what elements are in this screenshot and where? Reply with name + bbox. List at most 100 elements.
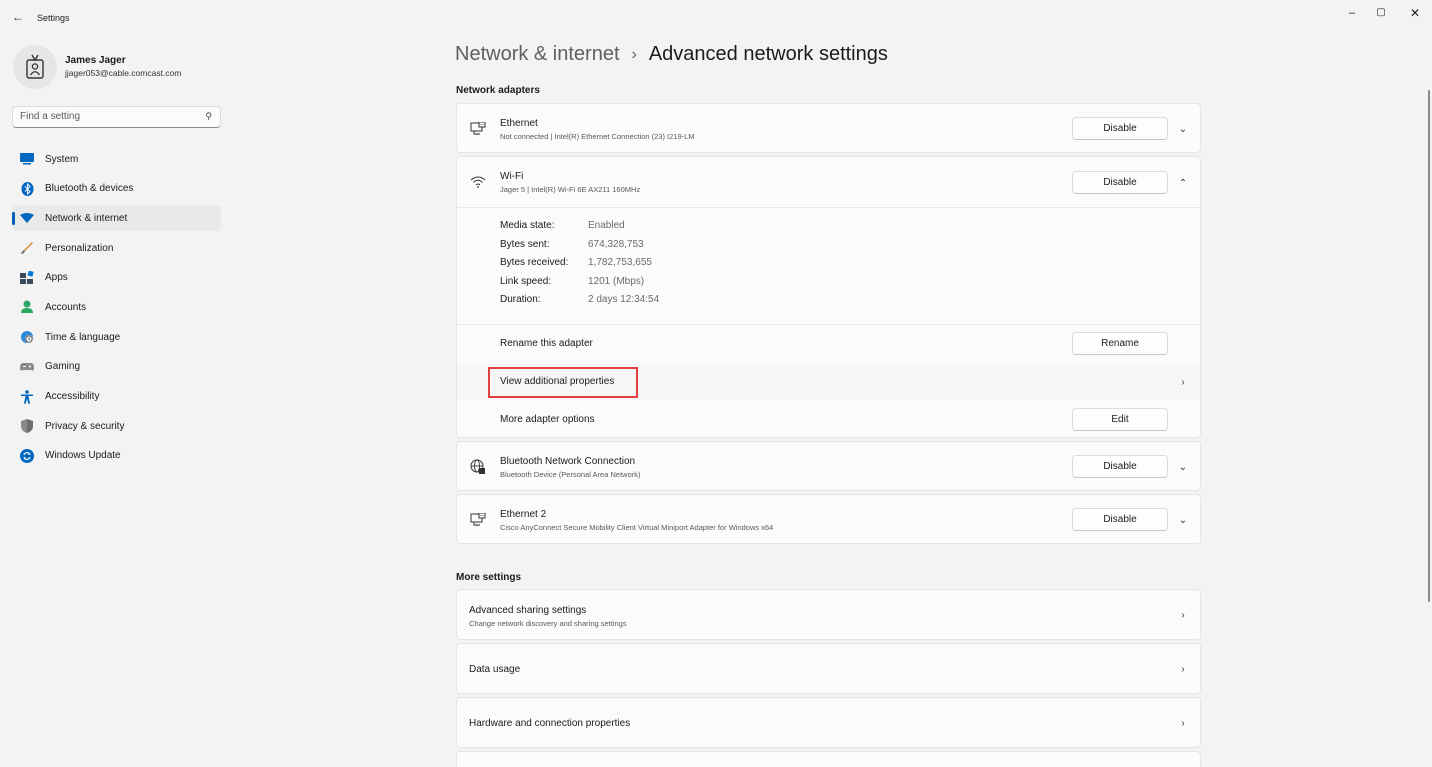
search-box[interactable]: ⚲ bbox=[12, 106, 221, 128]
scrollbar[interactable] bbox=[1428, 90, 1430, 602]
accessibility-icon bbox=[20, 389, 34, 404]
back-arrow-icon[interactable]: ← bbox=[10, 9, 26, 25]
chevron-right-icon[interactable]: › bbox=[1173, 713, 1193, 733]
disable-ethernet-button[interactable]: Disable bbox=[1072, 117, 1168, 140]
chevron-down-icon[interactable]: ⌄ bbox=[1173, 119, 1193, 139]
adapter-detail: Jager 5 | Intel(R) Wi-Fi 6E AX211 160MHz bbox=[500, 185, 641, 194]
property-label: Bytes received: bbox=[500, 257, 569, 268]
chevron-down-icon[interactable]: ⌄ bbox=[1173, 457, 1193, 477]
property-row: Duration: 2 days 12:34:54 bbox=[500, 294, 659, 313]
adapter-card-wifi: Wi-Fi Jager 5 | Intel(R) Wi-Fi 6E AX211 … bbox=[456, 156, 1201, 438]
property-label: Media state: bbox=[500, 220, 555, 231]
update-icon bbox=[20, 448, 34, 463]
system-icon bbox=[20, 152, 34, 166]
adapter-card-ethernet-2[interactable]: Ethernet 2 Cisco AnyConnect Secure Mobil… bbox=[456, 494, 1201, 544]
sidebar-item-apps[interactable]: Apps bbox=[12, 265, 221, 291]
advanced-sharing-settings-row[interactable]: Advanced sharing settings Change network… bbox=[456, 589, 1201, 640]
accounts-icon bbox=[20, 300, 34, 314]
apps-icon bbox=[20, 271, 34, 285]
globe-clock-icon bbox=[20, 330, 34, 344]
disable-ethernet-2-button[interactable]: Disable bbox=[1072, 508, 1168, 531]
highlight-box bbox=[488, 367, 638, 398]
adapter-name: Ethernet bbox=[500, 118, 538, 129]
more-adapter-options-label: More adapter options bbox=[500, 414, 595, 425]
breadcrumb: Network & internet › Advanced network se… bbox=[455, 43, 888, 66]
minimize-button[interactable]: – bbox=[1339, 5, 1365, 21]
user-badge-icon bbox=[26, 54, 44, 79]
disable-wifi-button[interactable]: Disable bbox=[1072, 171, 1168, 194]
wifi-properties-list: Media state: Enabled Bytes sent: 674,328… bbox=[500, 220, 659, 313]
shield-icon bbox=[20, 419, 34, 434]
property-row: Link speed: 1201 (Mbps) bbox=[500, 276, 659, 295]
view-additional-properties-row[interactable]: View additional properties › bbox=[457, 363, 1200, 401]
property-row: Media state: Enabled bbox=[500, 220, 659, 239]
user-name: James Jager bbox=[65, 55, 126, 66]
sidebar-item-label: Windows Update bbox=[45, 450, 121, 462]
sidebar-item-bluetooth[interactable]: Bluetooth & devices bbox=[12, 176, 221, 202]
property-label: Duration: bbox=[500, 294, 541, 305]
sidebar-item-label: Privacy & security bbox=[45, 420, 125, 432]
ethernet-icon bbox=[469, 511, 487, 529]
rename-button[interactable]: Rename bbox=[1072, 332, 1168, 355]
property-value: 674,328,753 bbox=[588, 238, 644, 250]
maximize-button[interactable]: ▢ bbox=[1368, 5, 1394, 21]
sidebar-item-personalization[interactable]: Personalization bbox=[12, 235, 221, 261]
sidebar-item-windows-update[interactable]: Windows Update bbox=[12, 443, 221, 469]
rename-adapter-label: Rename this adapter bbox=[500, 338, 593, 349]
sidebar-item-time-language[interactable]: Time & language bbox=[12, 324, 221, 350]
sidebar-item-accounts[interactable]: Accounts bbox=[12, 294, 221, 320]
property-value: 1,782,753,655 bbox=[588, 257, 652, 268]
adapter-detail: Bluetooth Device (Personal Area Network) bbox=[500, 470, 641, 479]
page-title: Advanced network settings bbox=[648, 43, 888, 65]
adapter-detail: Cisco AnyConnect Secure Mobility Client … bbox=[500, 523, 774, 532]
chevron-down-icon[interactable]: ⌄ bbox=[1173, 510, 1193, 530]
sidebar-item-label: Accessibility bbox=[45, 391, 100, 402]
network-icon bbox=[20, 211, 34, 225]
hardware-connection-properties-row[interactable]: Hardware and connection properties › bbox=[456, 697, 1201, 748]
adapter-card-bluetooth[interactable]: Bluetooth Network Connection Bluetooth D… bbox=[456, 441, 1201, 491]
advanced-sharing-title: Advanced sharing settings bbox=[469, 605, 587, 616]
property-value: 2 days 12:34:54 bbox=[588, 294, 660, 305]
edit-button[interactable]: Edit bbox=[1072, 408, 1168, 431]
chevron-right-icon[interactable]: › bbox=[1173, 372, 1193, 392]
sidebar-item-label: System bbox=[45, 153, 79, 165]
rename-adapter-row: Rename this adapter Rename bbox=[457, 325, 1200, 363]
sidebar-item-gaming[interactable]: Gaming bbox=[12, 354, 221, 380]
sidebar-item-label: Time & language bbox=[45, 331, 121, 343]
advanced-sharing-subtitle: Change network discovery and sharing set… bbox=[469, 619, 627, 628]
sidebar-item-network[interactable]: Network & internet bbox=[12, 205, 221, 232]
user-email: jjager053@cable.comcast.com bbox=[65, 68, 182, 78]
section-title-network-adapters: Network adapters bbox=[456, 85, 540, 96]
search-icon[interactable]: ⚲ bbox=[205, 111, 212, 122]
search-input[interactable] bbox=[20, 111, 190, 122]
section-title-more-settings: More settings bbox=[456, 572, 522, 583]
property-value: Enabled bbox=[588, 220, 625, 231]
sidebar-item-privacy[interactable]: Privacy & security bbox=[12, 413, 221, 439]
next-settings-row[interactable] bbox=[456, 751, 1201, 767]
wifi-icon bbox=[469, 173, 487, 191]
sidebar-item-label: Network & internet bbox=[45, 212, 128, 224]
adapter-name: Ethernet 2 bbox=[500, 509, 547, 520]
sidebar-item-label: Accounts bbox=[45, 301, 87, 313]
globe-network-icon bbox=[469, 458, 487, 476]
adapter-detail: Not connected | Intel(R) Ethernet Connec… bbox=[500, 132, 695, 141]
chevron-right-icon[interactable]: › bbox=[1173, 659, 1193, 679]
property-value: 1201 (Mbps) bbox=[588, 275, 645, 287]
avatar[interactable] bbox=[13, 45, 57, 89]
sidebar-item-system[interactable]: System bbox=[12, 146, 221, 172]
breadcrumb-parent[interactable]: Network & internet bbox=[455, 43, 620, 66]
property-label: Bytes sent: bbox=[500, 238, 550, 250]
sidebar-item-label: Bluetooth & devices bbox=[45, 183, 134, 195]
gamepad-icon bbox=[20, 360, 34, 374]
disable-bluetooth-button[interactable]: Disable bbox=[1072, 455, 1168, 478]
data-usage-title: Data usage bbox=[469, 664, 521, 675]
chevron-up-icon[interactable]: ⌃ bbox=[1173, 173, 1193, 193]
sidebar-item-accessibility[interactable]: Accessibility bbox=[12, 384, 221, 410]
property-row: Bytes sent: 674,328,753 bbox=[500, 239, 659, 258]
ethernet-icon bbox=[469, 120, 487, 138]
breadcrumb-separator: › bbox=[631, 45, 637, 63]
close-button[interactable]: ✕ bbox=[1402, 5, 1428, 21]
data-usage-row[interactable]: Data usage › bbox=[456, 643, 1201, 694]
adapter-card-ethernet[interactable]: Ethernet Not connected | Intel(R) Ethern… bbox=[456, 103, 1201, 153]
chevron-right-icon[interactable]: › bbox=[1173, 605, 1193, 625]
